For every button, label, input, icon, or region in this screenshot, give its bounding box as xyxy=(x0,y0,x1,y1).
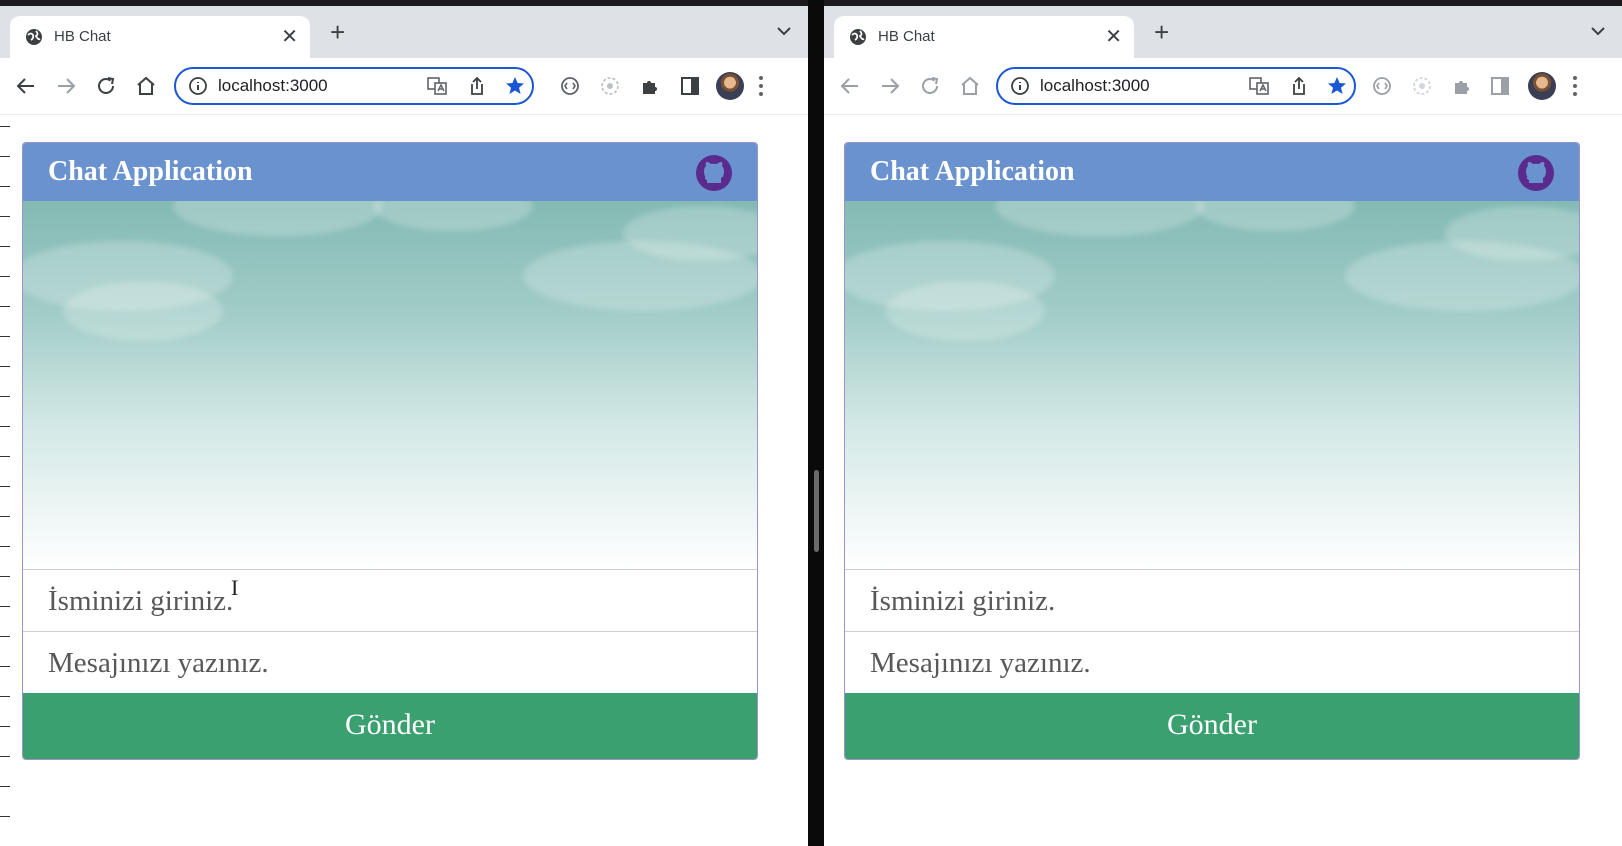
share-icon[interactable] xyxy=(466,75,488,97)
chat-app: Chat Application İsminizi giriniz. Mesaj… xyxy=(844,142,1580,760)
browser-window-right: HB Chat ✕ + localhost:3000 Chat Applicat… xyxy=(824,6,1622,846)
tab-search-icon[interactable] xyxy=(774,23,794,39)
chat-messages-area xyxy=(23,201,757,569)
profile-avatar[interactable] xyxy=(716,72,744,100)
profile-avatar[interactable] xyxy=(1528,72,1556,100)
more-icon[interactable] xyxy=(758,74,764,98)
reload-icon[interactable] xyxy=(918,74,942,98)
back-icon[interactable] xyxy=(838,74,862,98)
app-header: Chat Application xyxy=(845,143,1579,201)
chat-messages-area xyxy=(845,201,1579,569)
github-icon[interactable] xyxy=(1517,154,1555,192)
url-text: localhost:3000 xyxy=(1040,76,1150,95)
browser-tab[interactable]: HB Chat ✕ xyxy=(834,16,1134,58)
globe-icon xyxy=(26,29,42,45)
share-icon[interactable] xyxy=(1288,75,1310,97)
extension-icon[interactable] xyxy=(558,74,582,98)
tab-strip: HB Chat ✕ + xyxy=(0,6,808,58)
tab-title: HB Chat xyxy=(54,28,111,45)
side-panel-icon[interactable] xyxy=(1488,74,1512,98)
app-title: Chat Application xyxy=(48,156,253,187)
site-info-icon[interactable] xyxy=(188,76,208,96)
back-icon[interactable] xyxy=(14,74,38,98)
send-button[interactable]: Gönder xyxy=(23,693,757,759)
address-bar[interactable]: localhost:3000 xyxy=(174,67,534,105)
side-panel-icon[interactable] xyxy=(678,74,702,98)
extension-icon[interactable] xyxy=(1370,74,1394,98)
app-title: Chat Application xyxy=(870,156,1075,187)
github-icon[interactable] xyxy=(695,154,733,192)
divider-handle[interactable] xyxy=(814,470,819,552)
home-icon[interactable] xyxy=(134,74,158,98)
tab-title: HB Chat xyxy=(878,28,935,45)
message-input[interactable]: Mesajınızı yazınız. xyxy=(845,631,1579,692)
split-divider[interactable] xyxy=(808,0,824,846)
new-tab-icon[interactable]: + xyxy=(330,19,345,45)
extension-icon[interactable] xyxy=(1410,74,1434,98)
puzzle-extensions-icon[interactable] xyxy=(1450,74,1474,98)
extension-icon[interactable] xyxy=(598,74,622,98)
browser-window-left: HB Chat ✕ + localhost:3000 Chat Applicat… xyxy=(0,6,808,846)
browser-toolbar: localhost:3000 xyxy=(824,58,1622,115)
puzzle-extensions-icon[interactable] xyxy=(638,74,662,98)
translate-icon[interactable] xyxy=(1248,75,1270,97)
send-button[interactable]: Gönder xyxy=(845,693,1579,759)
reload-icon[interactable] xyxy=(94,74,118,98)
close-icon[interactable]: ✕ xyxy=(1105,24,1122,49)
message-input[interactable]: Mesajınızı yazınız. xyxy=(23,631,757,692)
app-header: Chat Application xyxy=(23,143,757,201)
bookmark-star-icon[interactable] xyxy=(1326,75,1348,97)
site-info-icon[interactable] xyxy=(1010,76,1030,96)
text-cursor-icon: I xyxy=(231,575,239,600)
globe-icon xyxy=(850,29,866,45)
name-input[interactable]: İsminizi giriniz. xyxy=(23,569,757,630)
address-bar[interactable]: localhost:3000 xyxy=(996,67,1356,105)
new-tab-icon[interactable]: + xyxy=(1154,19,1169,45)
forward-icon[interactable] xyxy=(878,74,902,98)
home-icon[interactable] xyxy=(958,74,982,98)
name-input[interactable]: İsminizi giriniz. xyxy=(845,569,1579,630)
close-icon[interactable]: ✕ xyxy=(281,24,298,49)
tab-strip: HB Chat ✕ + xyxy=(824,6,1622,58)
bookmark-star-icon[interactable] xyxy=(504,75,526,97)
translate-icon[interactable] xyxy=(426,75,448,97)
more-icon[interactable] xyxy=(1572,74,1578,98)
browser-tab[interactable]: HB Chat ✕ xyxy=(10,16,310,58)
chat-app: Chat Application İsminizi giriniz. Mesaj… xyxy=(22,142,758,760)
tab-search-icon[interactable] xyxy=(1588,23,1608,39)
forward-icon[interactable] xyxy=(54,74,78,98)
url-text: localhost:3000 xyxy=(218,76,328,95)
browser-toolbar: localhost:3000 xyxy=(0,58,808,115)
